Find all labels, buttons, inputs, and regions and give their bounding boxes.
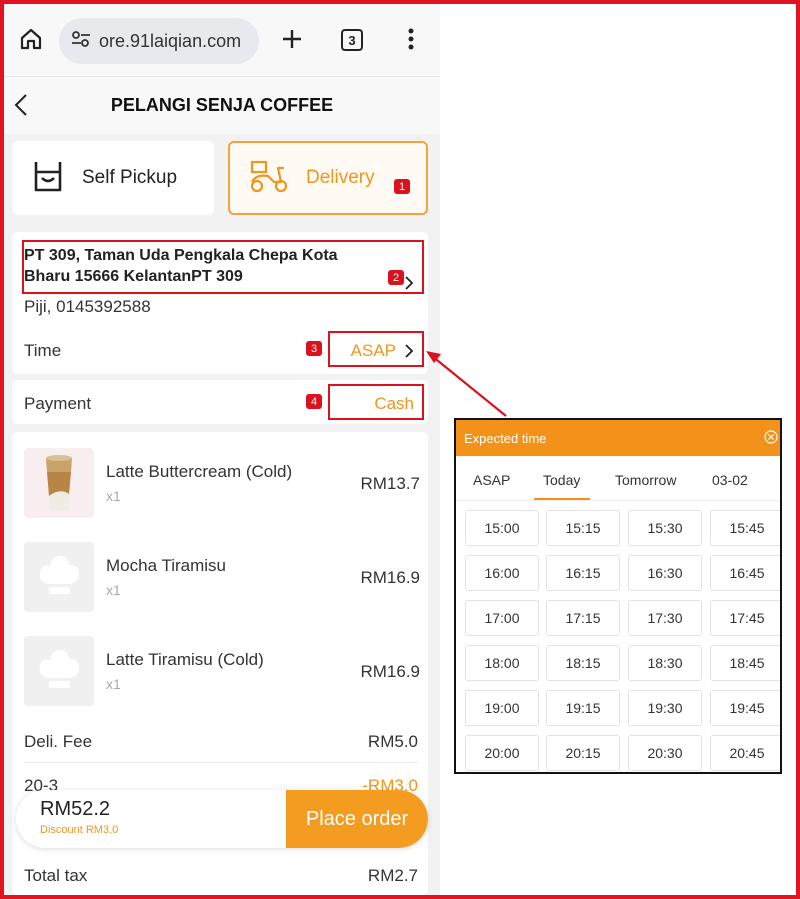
time-slot[interactable]: 19:00 xyxy=(465,690,539,726)
more-menu-icon[interactable] xyxy=(398,26,424,52)
item-quantity: x1 xyxy=(106,676,121,692)
scooter-icon xyxy=(248,158,290,199)
list-item: Mocha Tiramisu x1 RM16.9 xyxy=(12,542,428,622)
chevron-right-icon xyxy=(404,343,414,364)
item-name: Latte Tiramisu (Cold) xyxy=(106,650,264,669)
time-selector[interactable]: ASAP xyxy=(328,331,424,367)
product-image xyxy=(24,448,94,518)
item-name: Latte Buttercream (Cold) xyxy=(106,462,293,481)
tab-switcher-button[interactable]: 3 xyxy=(341,29,363,51)
time-slot[interactable]: 15:30 xyxy=(628,510,702,546)
close-icon[interactable] xyxy=(764,430,778,444)
time-slot[interactable]: 17:15 xyxy=(546,600,620,636)
time-slot[interactable]: 15:15 xyxy=(546,510,620,546)
time-value: ASAP xyxy=(350,341,396,360)
tab-date[interactable]: 03-02 xyxy=(712,472,748,488)
item-quantity: x1 xyxy=(106,582,121,598)
place-order-button[interactable]: Place order xyxy=(286,790,428,848)
delivery-fee-row: Deli. Fee RM5.0 xyxy=(24,732,418,752)
time-slot[interactable]: 17:30 xyxy=(628,600,702,636)
contact-info: Piji, 0145392588 xyxy=(24,297,151,316)
time-slot[interactable]: 16:30 xyxy=(628,555,702,591)
checkout-bar: RM52.2 Discount RM3.0 Place order xyxy=(16,790,428,848)
payment-selector[interactable]: Cash xyxy=(328,384,424,420)
site-settings-icon[interactable] xyxy=(71,30,91,53)
chef-hat-icon xyxy=(24,542,94,612)
chevron-right-icon xyxy=(404,275,414,296)
delivery-option[interactable]: Delivery 1 xyxy=(228,141,428,215)
order-total: RM52.2 xyxy=(40,798,111,820)
time-label: Time xyxy=(24,341,62,360)
address-bar[interactable]: ore.91laiqian.com xyxy=(59,18,259,64)
new-tab-icon[interactable] xyxy=(279,26,305,52)
annotation-badge-2: 2 xyxy=(388,270,404,285)
item-price: RM13.7 xyxy=(360,474,420,493)
delivery-fee-label: Deli. Fee xyxy=(24,732,93,751)
annotation-badge-3: 3 xyxy=(306,341,322,356)
time-slot[interactable]: 16:15 xyxy=(546,555,620,591)
time-slot[interactable]: 18:15 xyxy=(546,645,620,681)
time-slot[interactable]: 15:45 xyxy=(710,510,780,546)
phone-screen: ore.91laiqian.com 3 PELANGI SENJA COFFEE… xyxy=(4,4,440,895)
time-slot[interactable]: 17:00 xyxy=(465,600,539,636)
time-slot[interactable]: 18:30 xyxy=(628,645,702,681)
item-price: RM16.9 xyxy=(360,662,420,681)
annotation-badge-1: 1 xyxy=(394,179,410,194)
expected-time-popup: Expected time ASAP Today Tomorrow 03-02 … xyxy=(454,418,782,774)
time-slot[interactable]: 16:45 xyxy=(710,555,780,591)
tax-label: Total tax xyxy=(24,866,88,885)
time-slot[interactable]: 20:30 xyxy=(628,735,702,771)
tab-asap[interactable]: ASAP xyxy=(473,472,510,488)
time-slot[interactable]: 20:45 xyxy=(710,735,780,771)
time-slot[interactable]: 16:00 xyxy=(465,555,539,591)
tab-today[interactable]: Today xyxy=(543,472,580,488)
delivery-info-card: 2 PT 309, Taman Uda Pengkala Chepa Kota … xyxy=(12,232,428,374)
time-slot[interactable]: 19:15 xyxy=(546,690,620,726)
delivery-label: Delivery xyxy=(306,167,375,188)
popup-header: Expected time xyxy=(456,420,780,456)
tax-value: RM2.7 xyxy=(367,866,418,885)
list-item: Latte Buttercream (Cold) x1 RM13.7 xyxy=(12,448,428,528)
list-item: Latte Tiramisu (Cold) x1 RM16.9 xyxy=(12,636,428,716)
time-slot[interactable]: 17:45 xyxy=(710,600,780,636)
divider xyxy=(24,762,418,763)
discount-text: Discount RM3.0 xyxy=(40,824,119,836)
time-slot[interactable]: 18:00 xyxy=(465,645,539,681)
app-header: PELANGI SENJA COFFEE xyxy=(4,76,440,134)
popup-title: Expected time xyxy=(464,431,547,446)
time-slot[interactable]: 19:30 xyxy=(628,690,702,726)
time-slot[interactable]: 20:15 xyxy=(546,735,620,771)
time-slot[interactable]: 19:45 xyxy=(710,690,780,726)
time-slot[interactable]: 15:00 xyxy=(465,510,539,546)
item-price: RM16.9 xyxy=(360,568,420,587)
delivery-fee-value: RM5.0 xyxy=(367,732,418,751)
item-quantity: x1 xyxy=(106,488,121,504)
browser-toolbar: ore.91laiqian.com 3 xyxy=(4,4,440,76)
payment-card: Payment 4 Cash xyxy=(12,380,428,424)
payment-label: Payment xyxy=(24,394,92,413)
tax-row: Total tax RM2.7 xyxy=(24,866,418,886)
item-name: Mocha Tiramisu xyxy=(106,556,226,575)
self-pickup-option[interactable]: Self Pickup xyxy=(12,141,214,215)
tab-tomorrow[interactable]: Tomorrow xyxy=(615,472,676,488)
shopping-bag-icon xyxy=(30,158,66,199)
url-text: ore.91laiqian.com xyxy=(99,30,242,51)
chef-hat-icon xyxy=(24,636,94,706)
annotation-badge-4: 4 xyxy=(306,394,322,409)
divider xyxy=(456,500,780,501)
delivery-address: PT 309, Taman Uda Pengkala Chepa Kota Bh… xyxy=(24,247,338,285)
home-icon[interactable] xyxy=(18,26,44,52)
time-slot[interactable]: 20:00 xyxy=(465,735,539,771)
page-title: PELANGI SENJA COFFEE xyxy=(110,95,334,115)
self-pickup-label: Self Pickup xyxy=(82,167,178,188)
time-slot[interactable]: 18:45 xyxy=(710,645,780,681)
payment-value: Cash xyxy=(374,394,414,413)
